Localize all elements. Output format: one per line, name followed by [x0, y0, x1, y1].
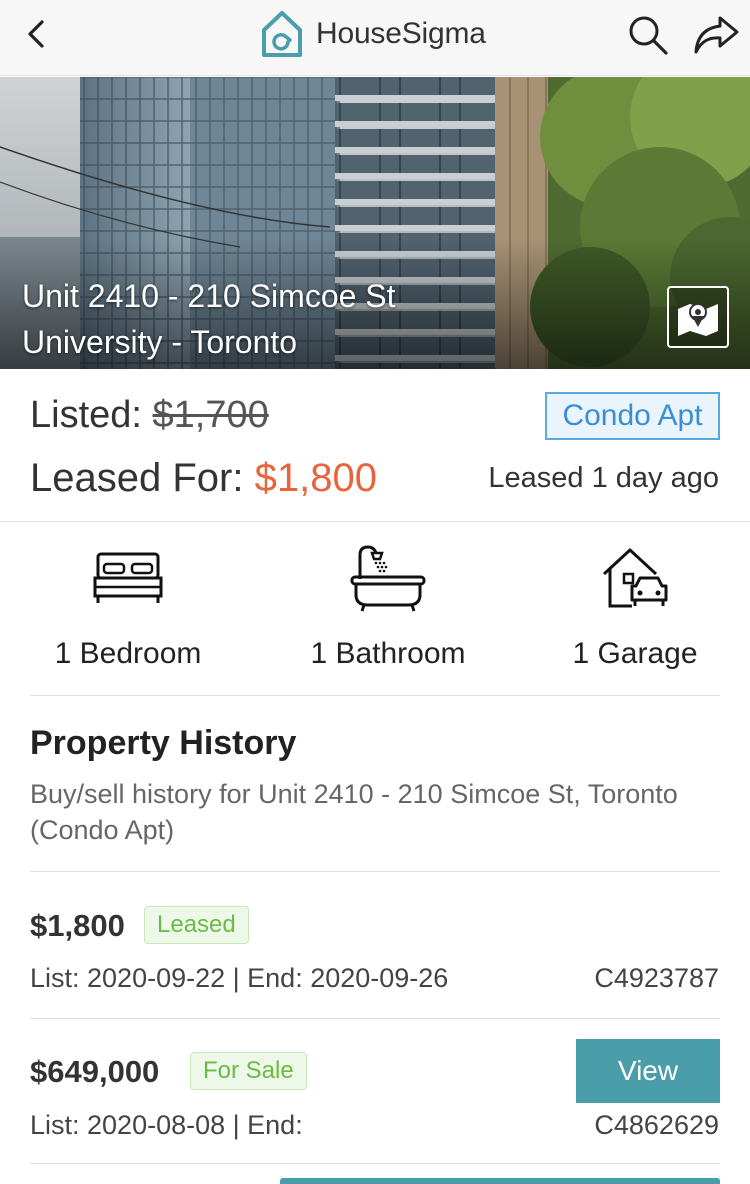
- feature-bathroom: 1 Bathroom: [263, 523, 513, 696]
- divider: [30, 1163, 720, 1164]
- share-button[interactable]: [690, 12, 742, 58]
- leased-label: Leased For:: [30, 456, 244, 500]
- garage-label: 1 Garage: [572, 637, 698, 670]
- divider: [30, 871, 720, 872]
- hero-address: Unit 2410 - 210 Simcoe St University - T…: [22, 273, 396, 365]
- brand-name: HouseSigma: [316, 17, 486, 50]
- divider: [30, 1018, 720, 1019]
- features-row: 1 Bedroom 1 Bathroom 1 Garage: [0, 523, 750, 696]
- history-row-price: $649,000: [30, 1054, 160, 1089]
- history-row-dates: List: 2020-09-22 | End: 2020-09-26: [30, 963, 449, 993]
- leased-price: $1,800: [254, 456, 377, 500]
- leased-ago-text: Leased 1 day ago: [488, 462, 719, 494]
- property-type-badge: Condo Apt: [545, 392, 720, 440]
- history-row-price: $1,800: [30, 908, 125, 943]
- feature-bedroom: 1 Bedroom: [3, 523, 253, 696]
- bedroom-label: 1 Bedroom: [54, 637, 202, 670]
- back-button[interactable]: [20, 18, 52, 50]
- search-icon: [629, 16, 668, 55]
- chevron-left-icon: [28, 20, 44, 48]
- brand: HouseSigma: [258, 6, 486, 62]
- bathtub-icon: [348, 543, 428, 613]
- garage-icon: [595, 543, 675, 613]
- leased-price-line: Leased For: $1,800: [30, 456, 377, 501]
- listed-price: $1,700: [152, 394, 269, 436]
- property-history-title: Property History: [30, 724, 297, 762]
- price-section: Listed: $1,700 Condo Apt Leased For: $1,…: [0, 370, 750, 522]
- housesigma-logo-icon: [262, 11, 302, 57]
- history-row-dates: List: 2020-08-08 | End:: [30, 1110, 303, 1140]
- map-pin-icon: [678, 303, 718, 336]
- listed-label: Listed:: [30, 394, 142, 436]
- status-badge-for-sale: For Sale: [190, 1052, 307, 1090]
- address-line: Unit 2410 - 210 Simcoe St: [22, 278, 396, 314]
- share-arrow-icon: [694, 16, 739, 54]
- search-button[interactable]: [624, 12, 672, 58]
- history-row-mls: C4862629: [594, 1110, 719, 1140]
- view-button[interactable]: View: [576, 1039, 720, 1103]
- property-history-subtitle: Buy/sell history for Unit 2410 - 210 Sim…: [30, 779, 678, 845]
- hero-photo[interactable]: Unit 2410 - 210 Simcoe St University - T…: [0, 77, 750, 369]
- map-button[interactable]: [667, 286, 729, 348]
- listed-price-line: Listed: $1,700: [30, 394, 269, 437]
- status-badge-leased: Leased: [144, 906, 249, 944]
- bottom-accent-bar: [280, 1178, 720, 1184]
- bathroom-label: 1 Bathroom: [310, 637, 466, 670]
- feature-garage: 1 Garage: [510, 523, 750, 696]
- divider: [30, 695, 720, 696]
- neighbourhood-line: University - Toronto: [22, 324, 298, 360]
- bed-icon: [88, 543, 168, 613]
- top-bar: HouseSigma: [0, 0, 750, 76]
- history-row-mls: C4923787: [594, 963, 719, 993]
